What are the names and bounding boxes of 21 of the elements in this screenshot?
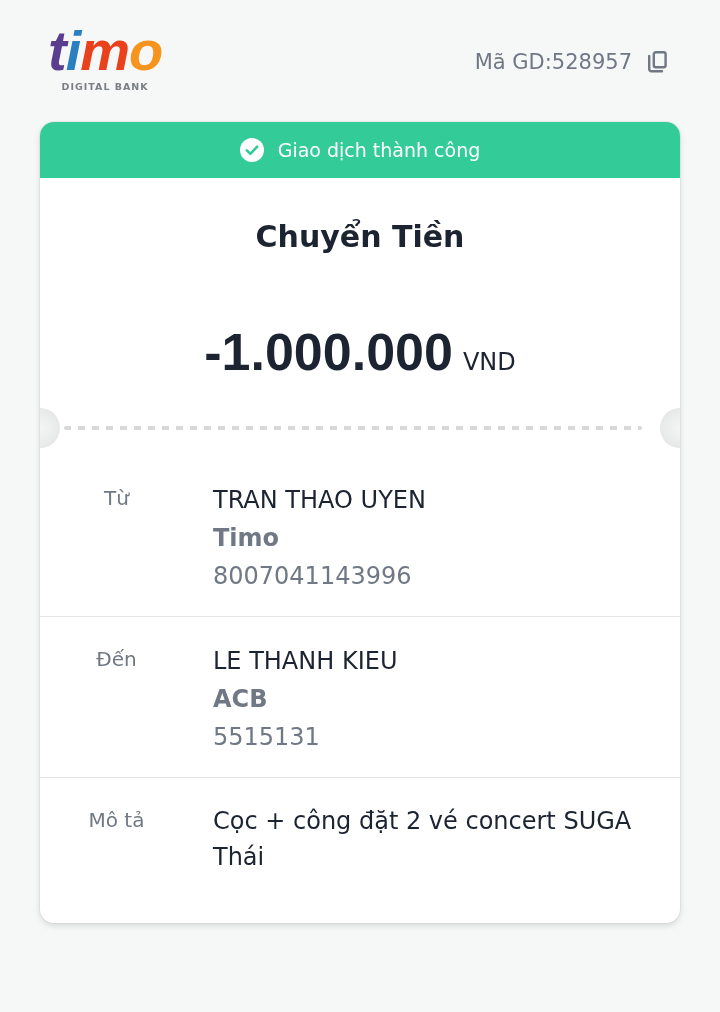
account-holder-name: LE THANH KIEU	[213, 646, 398, 677]
ticket-notch	[660, 408, 680, 448]
logo-wordmark: timo	[48, 27, 163, 75]
status-text: Giao dịch thành công	[277, 138, 481, 162]
bank-name: Timo	[213, 523, 280, 554]
description-text: Cọc + công đặt 2 vé concert SUGA Thái	[213, 806, 633, 873]
account-holder-name: TRAN THAO UYEN	[213, 485, 426, 516]
check-circle-icon	[239, 138, 264, 162]
logo-tagline: DIGITAL BANK	[61, 81, 149, 93]
copy-icon[interactable]	[646, 50, 668, 74]
detail-label: Mô tả	[88, 807, 145, 834]
account-number: 8007041143996	[213, 561, 412, 592]
bank-name: ACB	[213, 684, 268, 715]
currency-code: VND	[462, 347, 516, 377]
transaction-id: Mã GD:528957	[474, 49, 632, 76]
detail-label: Đến	[96, 646, 137, 673]
amount-value: -1.000.000	[204, 322, 453, 382]
transfer-title: Chuyển Tiền	[255, 218, 465, 256]
account-number: 5515131	[213, 722, 320, 753]
detail-label: Từ	[104, 485, 129, 512]
ticket-notch	[40, 408, 60, 448]
